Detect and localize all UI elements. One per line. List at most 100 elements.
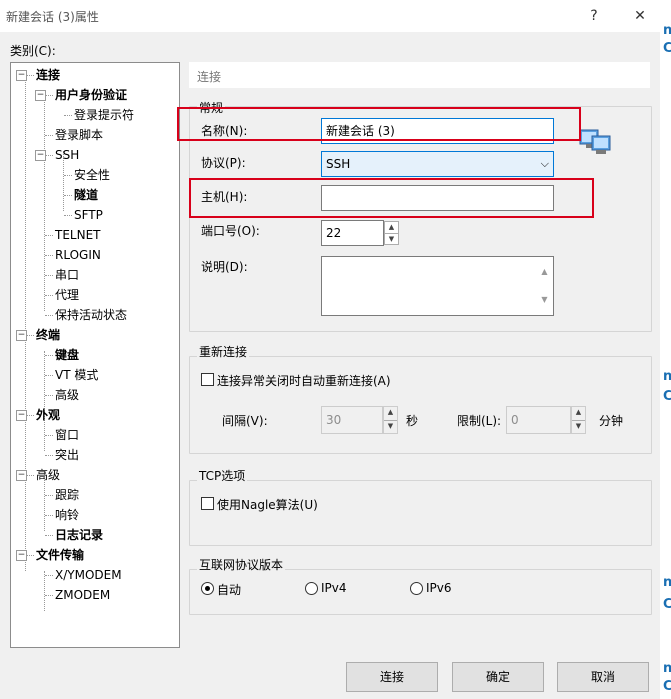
tree-item-denglutishi[interactable]: 登录提示符 [74, 106, 134, 124]
auto-reconnect-checkbox[interactable] [201, 373, 214, 386]
tree-item-xiangling[interactable]: 响铃 [55, 506, 79, 524]
interval-field[interactable]: 30 [321, 406, 383, 434]
tree-guide-line [26, 415, 34, 416]
window-title: 新建会话 (3)属性 [6, 10, 99, 24]
tree-item-baochi[interactable]: 保持活动状态 [55, 306, 127, 324]
ip-auto-radio[interactable] [201, 582, 214, 595]
description-scrollbar[interactable]: ▲ ▼ [537, 258, 552, 314]
tree-guide-line [45, 235, 53, 236]
connect-button[interactable]: 连接 [346, 662, 438, 692]
tree-item-jianpan[interactable]: 键盘 [55, 346, 79, 364]
tree-item-telnet[interactable]: TELNET [55, 226, 101, 244]
help-button[interactable]: ? [574, 4, 614, 28]
tree-guide-line [25, 71, 26, 571]
scroll-down-icon[interactable]: ▼ [537, 288, 552, 312]
tree-item-gaoji2[interactable]: 高级 [36, 466, 60, 484]
tree-item-sftp[interactable]: SFTP [74, 206, 103, 224]
spin-up-icon[interactable]: ▲ [384, 407, 397, 421]
spin-down-icon[interactable]: ▼ [385, 234, 398, 245]
tree-item-gaoji1[interactable]: 高级 [55, 386, 79, 404]
protocol-select[interactable]: SSH ⌵ [321, 151, 554, 177]
edge-text: n [663, 369, 671, 384]
tree-collapse-icon[interactable]: − [35, 90, 46, 101]
tree-item-wenjian[interactable]: 文件传输 [36, 546, 84, 564]
tree-guide-line [45, 255, 53, 256]
tree-item-zmodem[interactable]: ZMODEM [55, 586, 110, 604]
ipv4-radio[interactable] [305, 582, 318, 595]
tree-guide-line [64, 195, 72, 196]
tcp-group [189, 480, 652, 546]
limit-unit: 分钟 [599, 414, 624, 428]
tree-item-zhongduan[interactable]: 终端 [36, 326, 60, 344]
nagle-label[interactable]: 使用Nagle算法(U) [217, 496, 318, 513]
tree-guide-line [45, 495, 53, 496]
tree-guide-line [45, 295, 53, 296]
tree-guide-line [26, 475, 34, 476]
port-spinner[interactable]: ▲ ▼ [384, 221, 399, 245]
tree-item-vt[interactable]: VT 模式 [55, 366, 98, 384]
tree-guide-line [45, 355, 53, 356]
category-tree[interactable]: − 连接 − 用户身份验证 登录提示符 登录脚本 − SSH 安全性 隧道 SFTP TELNET RL… [10, 62, 180, 648]
limit-spinner[interactable]: ▲ ▼ [571, 406, 586, 434]
spin-down-icon[interactable]: ▼ [572, 421, 585, 434]
edge-text: C [663, 597, 671, 612]
cancel-button[interactable]: 取消 [557, 662, 649, 692]
tree-collapse-icon[interactable]: − [16, 470, 27, 481]
tree-item-anquanxing[interactable]: 安全性 [74, 166, 110, 184]
tree-guide-line [44, 571, 45, 611]
port-field[interactable]: 22 [321, 220, 384, 246]
tree-guide-line [45, 155, 53, 156]
tree-collapse-icon[interactable]: − [16, 410, 27, 421]
tree-guide-line [64, 115, 72, 116]
tree-collapse-icon[interactable]: − [16, 70, 27, 81]
tree-item-daili[interactable]: 代理 [55, 286, 79, 304]
scroll-up-icon[interactable]: ▲ [537, 260, 552, 284]
tree-item-genzong[interactable]: 跟踪 [55, 486, 79, 504]
close-button[interactable]: ✕ [620, 4, 660, 28]
interval-label: 间隔(V): [222, 414, 268, 428]
tree-item-tuchu[interactable]: 突出 [55, 446, 79, 464]
tree-item-lianjie[interactable]: 连接 [36, 66, 60, 84]
tree-guide-line [26, 335, 34, 336]
background-window-edge: n C n C n C n C [660, 0, 671, 699]
interval-spinner[interactable]: ▲ ▼ [383, 406, 398, 434]
ip-version-legend: 互联网协议版本 [197, 556, 286, 573]
tree-item-chuankou[interactable]: 串口 [55, 266, 79, 284]
description-label: 说明(D): [201, 260, 248, 274]
highlight-box-host [189, 178, 594, 218]
nagle-checkbox[interactable] [201, 497, 214, 510]
tree-item-yonghu[interactable]: 用户身份验证 [55, 86, 127, 104]
edge-text: C [663, 679, 671, 694]
tree-guide-line [45, 95, 53, 96]
spin-down-icon[interactable]: ▼ [384, 421, 397, 434]
protocol-label: 协议(P): [201, 156, 246, 170]
ipv6-label[interactable]: IPv6 [426, 581, 452, 595]
tree-collapse-icon[interactable]: − [16, 330, 27, 341]
port-label: 端口号(O): [201, 224, 260, 238]
tree-collapse-icon[interactable]: − [16, 550, 27, 561]
tree-guide-line [64, 215, 72, 216]
tree-item-chuangkou[interactable]: 窗口 [55, 426, 79, 444]
category-label: 类别(C): [10, 44, 56, 58]
ipv6-radio[interactable] [410, 582, 423, 595]
tree-item-rizhi[interactable]: 日志记录 [55, 526, 103, 544]
limit-field[interactable]: 0 [506, 406, 571, 434]
tree-guide-line [45, 315, 53, 316]
spin-up-icon[interactable]: ▲ [572, 407, 585, 421]
tree-item-denglujiaoben[interactable]: 登录脚本 [55, 126, 103, 144]
tree-item-ssh[interactable]: SSH [55, 146, 79, 164]
description-field[interactable]: ▲ ▼ [321, 256, 554, 316]
tree-guide-line [45, 375, 53, 376]
tree-guide-line [45, 135, 53, 136]
ipv4-label[interactable]: IPv4 [321, 581, 347, 595]
spin-up-icon[interactable]: ▲ [385, 222, 398, 234]
tree-item-waiguan[interactable]: 外观 [36, 406, 60, 424]
ip-auto-label[interactable]: 自动 [217, 581, 241, 598]
tree-collapse-icon[interactable]: − [35, 150, 46, 161]
tree-item-rlogin[interactable]: RLOGIN [55, 246, 101, 264]
auto-reconnect-label[interactable]: 连接异常关闭时自动重新连接(A) [217, 372, 391, 389]
tree-item-suidao[interactable]: 隧道 [74, 186, 98, 204]
tree-item-xymodem[interactable]: X/YMODEM [55, 566, 122, 584]
ok-button[interactable]: 确定 [452, 662, 544, 692]
tree-guide-line [44, 351, 45, 411]
